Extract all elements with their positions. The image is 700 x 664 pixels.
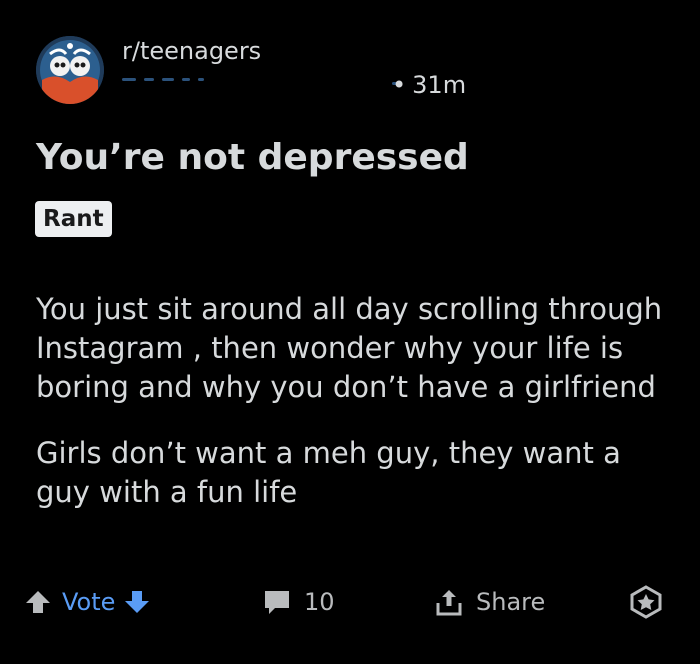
award-button[interactable] <box>628 580 664 624</box>
post-view: r/teenagers • 31m You’re not depressed Ra… <box>0 0 700 664</box>
upvote-arrow-icon[interactable] <box>24 588 52 616</box>
subreddit-name[interactable]: r/teenagers <box>122 36 261 66</box>
redacted-username <box>122 78 402 88</box>
post-body: You just sit around all day scrolling th… <box>36 290 676 539</box>
comment-bubble-icon <box>262 588 292 616</box>
vote-control: Vote <box>24 580 151 624</box>
post-title[interactable]: You’re not depressed <box>36 136 469 180</box>
post-timestamp: • 31m <box>392 70 466 100</box>
vote-label: Vote <box>62 588 116 616</box>
body-paragraph: Girls don’t want a meh guy, they want a … <box>36 436 621 509</box>
comment-count: 10 <box>304 588 335 616</box>
body-paragraph: You just sit around all day scrolling th… <box>36 292 663 404</box>
separator-dot: • <box>392 71 407 99</box>
post-flair[interactable]: Rant <box>35 201 112 237</box>
subreddit-avatar-icon[interactable] <box>36 36 104 104</box>
time-ago: 31m <box>412 71 467 99</box>
comments-button[interactable]: 10 <box>262 580 335 624</box>
downvote-arrow-icon[interactable] <box>123 588 151 616</box>
share-icon <box>434 587 464 617</box>
award-icon <box>628 584 664 620</box>
share-label: Share <box>476 588 546 616</box>
post-action-bar: Vote 10 Share <box>0 580 700 624</box>
share-button[interactable]: Share <box>434 580 545 624</box>
